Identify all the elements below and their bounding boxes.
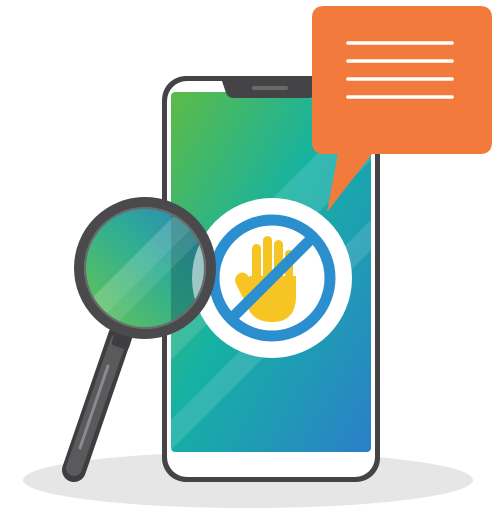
illustration-canvas (23, 6, 492, 508)
no-hand-block-icon (192, 198, 352, 358)
illustration (0, 0, 503, 516)
phone-speaker (252, 86, 288, 90)
speech-bubble (312, 6, 492, 212)
speech-bubble-icon (312, 6, 492, 212)
